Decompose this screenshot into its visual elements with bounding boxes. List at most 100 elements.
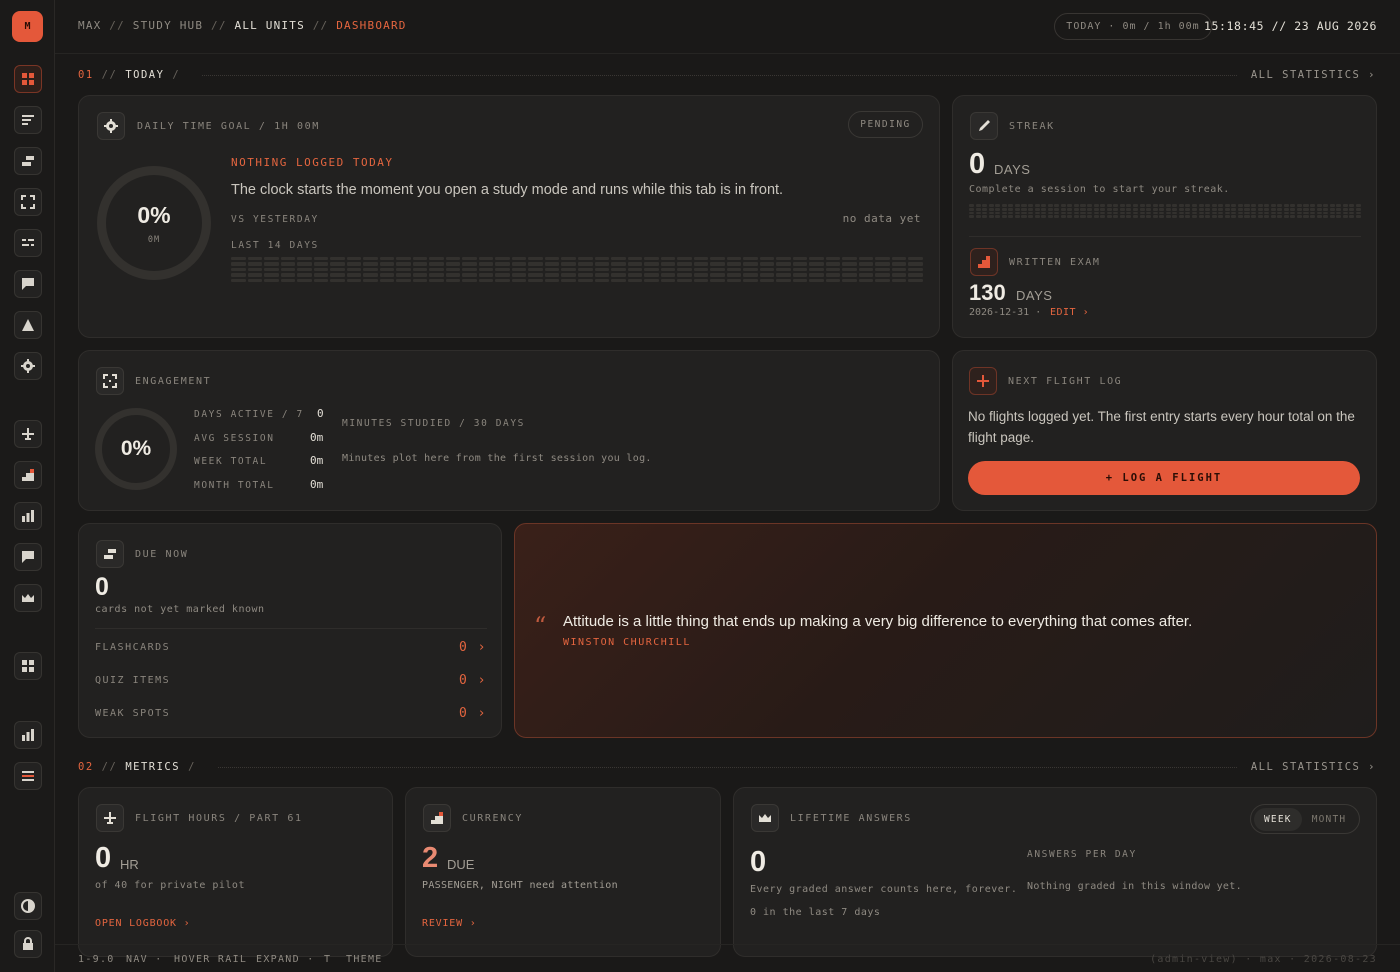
rail-theme-button[interactable]	[14, 892, 42, 920]
activity-cell	[825, 257, 841, 261]
log-flight-button[interactable]: + LOG A FLIGHT	[968, 461, 1360, 495]
activity-cell	[1126, 211, 1132, 215]
all-statistics-link[interactable]: ALL STATISTICS ›	[1251, 69, 1376, 81]
rail-stats-button[interactable]	[14, 502, 42, 530]
rail-progress-button[interactable]	[14, 461, 42, 489]
activity-cell	[677, 257, 692, 261]
activity-cell	[627, 273, 643, 277]
rail-flashcards-button[interactable]	[14, 147, 42, 175]
activity-cell	[1159, 204, 1165, 207]
activity-cell	[875, 273, 890, 277]
activity-cell	[412, 257, 428, 261]
activity-cell	[1008, 207, 1014, 211]
rail-flight-button[interactable]	[14, 420, 42, 448]
activity-cell	[677, 273, 692, 277]
activity-cell	[462, 273, 477, 277]
app-logo[interactable]: M	[12, 11, 43, 42]
activity-cell	[677, 278, 692, 282]
due-row-key: QUIZ ITEMS	[95, 675, 171, 686]
activity-cell	[1060, 211, 1066, 215]
due-row-flashcards[interactable]: FLASHCARDS 0 ›	[95, 640, 487, 656]
activity-cell	[1139, 207, 1145, 211]
rail-crown-button[interactable]	[14, 584, 42, 612]
activity-cell	[1054, 204, 1060, 207]
activity-cell	[891, 278, 907, 282]
activity-cell	[1014, 215, 1020, 218]
activity-cell	[379, 257, 395, 261]
activity-cell	[1303, 204, 1309, 207]
activity-cell	[975, 207, 981, 211]
activity-cell	[1159, 215, 1165, 218]
rail-analytics-button[interactable]	[14, 721, 42, 749]
due-row-quiz[interactable]: QUIZ ITEMS 0 ›	[95, 673, 487, 689]
activity-cell	[1100, 211, 1106, 215]
all-statistics-link[interactable]: ALL STATISTICS ›	[1251, 761, 1376, 773]
activity-cell	[1146, 207, 1152, 211]
activity-cell	[1047, 207, 1053, 211]
footer-version: 1-9.0	[78, 954, 115, 965]
goal-label: DAILY TIME GOAL / 1H 00M	[137, 121, 320, 132]
today-time-pill[interactable]: TODAY · 0m / 1h 00m	[1054, 13, 1212, 40]
activity-cell	[1191, 207, 1198, 211]
rail-quiz-button[interactable]	[14, 229, 42, 257]
crumb-hub[interactable]: STUDY HUB	[133, 19, 203, 32]
activity-cell	[412, 262, 428, 266]
rail-chat-button[interactable]	[14, 270, 42, 298]
crown-icon	[22, 594, 34, 602]
rail-focus-button[interactable]	[14, 188, 42, 216]
engagement-label: ENGAGEMENT	[135, 376, 212, 387]
crumb-units[interactable]: ALL UNITS	[235, 19, 305, 32]
analytics-icon	[22, 729, 34, 741]
activity-cell	[561, 267, 576, 272]
toggle-month[interactable]: MONTH	[1302, 808, 1357, 831]
rail-messages-button[interactable]	[14, 543, 42, 571]
due-label: DUE NOW	[135, 549, 189, 560]
activity-cell	[1093, 211, 1099, 215]
rail-settings-button[interactable]	[14, 352, 42, 380]
exam-edit-link[interactable]: EDIT ›	[1050, 307, 1089, 318]
goal-percent: 0%	[137, 201, 171, 228]
activity-cell	[743, 262, 758, 266]
due-row-weak[interactable]: WEAK SPOTS 0 ›	[95, 706, 487, 722]
activity-cell	[908, 273, 923, 277]
activity-cell	[594, 273, 610, 277]
activity-cell	[412, 273, 428, 277]
activity-cell	[809, 273, 824, 277]
activity-cell	[1034, 215, 1040, 218]
activity-cell	[1172, 215, 1178, 218]
rail-apps-button[interactable]	[14, 652, 42, 680]
activity-cell	[1355, 204, 1361, 207]
activity-cell	[1205, 211, 1211, 215]
rail-lock-button[interactable]	[14, 930, 42, 958]
footer-theme[interactable]: THEME	[346, 954, 383, 965]
activity-cell	[1198, 204, 1204, 207]
activity-cell	[511, 267, 527, 272]
activity-cell	[975, 211, 981, 215]
activity-cell	[1342, 207, 1348, 211]
activity-cell	[825, 267, 841, 272]
toggle-week[interactable]: WEEK	[1254, 807, 1302, 831]
rail-dashboard-button[interactable]	[14, 65, 42, 93]
due-now-card: DUE NOW 0 cards not yet marked known FLA…	[78, 523, 502, 738]
activity-cell	[1270, 211, 1276, 215]
review-link[interactable]: REVIEW ›	[422, 918, 477, 929]
rail-notes-button[interactable]	[14, 106, 42, 134]
activity-cell	[1041, 215, 1047, 218]
activity-cell	[1237, 207, 1243, 211]
crumb-user[interactable]: MAX	[78, 19, 101, 32]
activity-cell	[1329, 207, 1335, 211]
activity-cell	[1001, 204, 1007, 207]
rail-list-button[interactable]	[14, 762, 42, 790]
activity-cell	[429, 262, 444, 266]
activity-cell	[1231, 207, 1237, 211]
activity-cell	[776, 267, 791, 272]
rail-terrain-button[interactable]	[14, 311, 42, 339]
engagement-percent: 0%	[120, 437, 152, 460]
activity-cell	[577, 278, 593, 282]
activity-cell	[1113, 211, 1119, 215]
hours-unit: HR	[120, 857, 139, 872]
activity-cell	[478, 262, 494, 266]
activity-cell	[1231, 211, 1237, 215]
activity-cell	[1191, 215, 1198, 218]
open-logbook-link[interactable]: OPEN LOGBOOK ›	[95, 918, 191, 929]
